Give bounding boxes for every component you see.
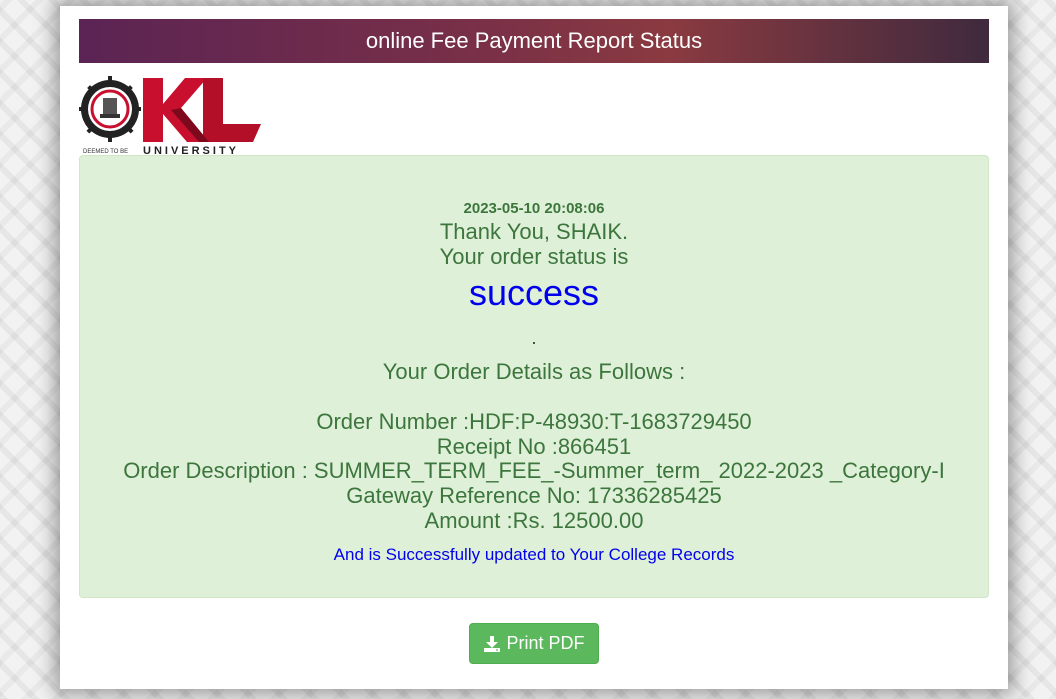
order-amount: Amount :Rs. 12500.00 [424,508,644,533]
print-pdf-button[interactable]: Print PDF [469,623,599,664]
status-panel: 2023-05-10 20:08:06 Thank You, SHAIK. Yo… [79,155,989,598]
university-logo: DEEMED TO BE UNIVERSITY [79,76,265,157]
print-pdf-label: Print PDF [506,633,585,653]
status-dot: . [531,328,537,348]
seal-emblem [79,76,141,142]
report-page: online Fee Payment Report Status DEEMED … [60,6,1008,689]
receipt-number: Receipt No :866451 [436,434,632,459]
kl-letters [143,78,261,142]
order-status: success [468,272,600,313]
page-header: online Fee Payment Report Status [79,19,989,63]
status-intro: Your order status is [439,244,629,269]
order-timestamp: 2023-05-10 20:08:06 [463,200,605,217]
order-number: Order Number :HDF:P-48930:T-1683729450 [316,409,752,434]
details-heading: Your Order Details as Follows : [382,359,686,384]
download-icon [484,635,501,652]
order-description: Order Description : SUMMER_TERM_FEE_-Sum… [123,458,945,483]
page-title: online Fee Payment Report Status [365,28,703,53]
update-note: And is Successfully updated to Your Coll… [333,545,735,564]
gateway-reference: Gateway Reference No: 17336285425 [346,483,722,508]
thank-you-text: Thank You, SHAIK. [439,219,629,244]
